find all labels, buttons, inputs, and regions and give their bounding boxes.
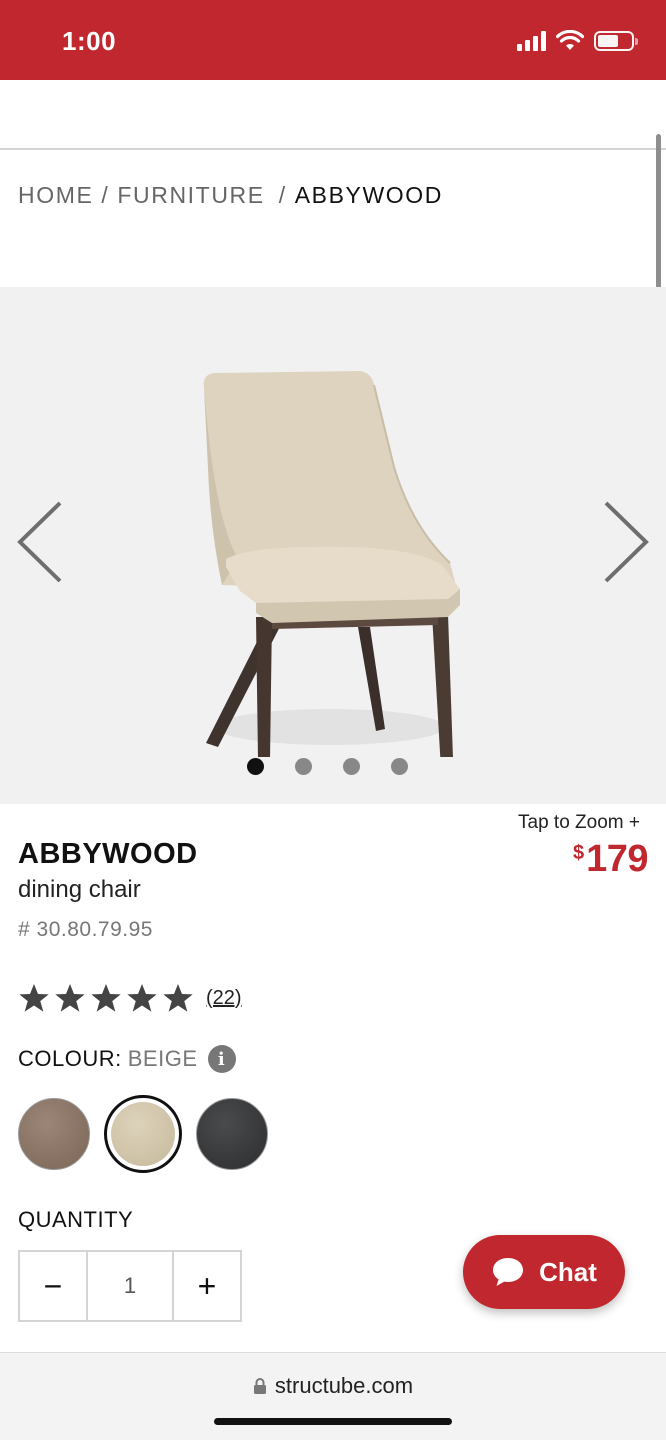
swatch-beige[interactable]: [111, 1102, 175, 1166]
colour-swatches: [18, 1095, 268, 1173]
battery-icon: [594, 31, 638, 51]
status-icons: [517, 30, 638, 52]
carousel-dot[interactable]: [342, 758, 360, 775]
quantity-stepper: − 1 +: [18, 1250, 242, 1322]
swatch-brown[interactable]: [18, 1098, 90, 1170]
url-display[interactable]: structube.com: [0, 1373, 666, 1399]
rating[interactable]: (22): [18, 982, 242, 1014]
quantity-decrease-button[interactable]: −: [20, 1252, 86, 1320]
colour-label: COLOUR:: [18, 1046, 122, 1071]
carousel-dots: [0, 758, 666, 775]
breadcrumb: HOME / FURNITURE / ABBYWOOD: [18, 182, 443, 209]
colour-selector-label: COLOUR: BEIGE i: [18, 1045, 236, 1073]
info-icon[interactable]: i: [207, 1045, 236, 1073]
product-price: $ 179: [572, 838, 649, 881]
chat-button[interactable]: Chat: [463, 1235, 625, 1309]
breadcrumb-home[interactable]: HOME: [18, 182, 93, 209]
price-amount: 179: [586, 838, 648, 880]
quantity-input[interactable]: 1: [86, 1252, 174, 1320]
chat-label: Chat: [539, 1256, 597, 1287]
product-image-gallery[interactable]: [0, 287, 666, 804]
status-bar: 1:00: [0, 0, 666, 80]
star-icon: [55, 984, 85, 1012]
home-indicator[interactable]: [214, 1418, 452, 1425]
quantity-increase-button[interactable]: +: [174, 1252, 240, 1320]
tap-to-zoom[interactable]: Tap to Zoom +: [518, 812, 640, 834]
product-image-chair: [203, 371, 460, 757]
quantity-label: QUANTITY: [18, 1207, 134, 1232]
star-icon: [19, 984, 49, 1012]
breadcrumb-furniture[interactable]: FURNITURE: [117, 182, 264, 209]
lock-icon: [253, 1378, 266, 1394]
breadcrumb-current: ABBYWOOD: [294, 182, 443, 208]
breadcrumb-separator: /: [101, 182, 110, 208]
price-currency: $: [572, 842, 585, 864]
chevron-left-icon[interactable]: [12, 497, 72, 587]
product-sku: # 30.80.79.95: [18, 918, 153, 941]
carousel-dot[interactable]: [246, 758, 264, 775]
colour-value: BEIGE: [127, 1046, 198, 1071]
wifi-icon: [556, 30, 584, 50]
browser-address-bar: structube.com: [0, 1352, 666, 1440]
carousel-dot[interactable]: [390, 758, 408, 775]
star-icon: [163, 984, 193, 1012]
site-header-area: [0, 80, 666, 150]
chat-bubble-icon: [493, 1258, 524, 1286]
review-count-link[interactable]: (22): [206, 987, 242, 1010]
carousel-dot[interactable]: [294, 758, 312, 775]
cellular-signal-icon: [517, 31, 546, 51]
star-icon: [91, 984, 121, 1012]
swatch-charcoal[interactable]: [196, 1098, 268, 1170]
url-text: structube.com: [274, 1373, 414, 1398]
product-subtitle: dining chair: [18, 876, 141, 903]
swatch-beige-selected[interactable]: [104, 1095, 182, 1173]
product-title: ABBYWOOD: [18, 838, 198, 870]
chevron-right-icon[interactable]: [594, 497, 654, 587]
star-icon: [127, 984, 157, 1012]
status-time: 1:00: [62, 26, 117, 56]
breadcrumb-separator: /: [278, 182, 287, 208]
